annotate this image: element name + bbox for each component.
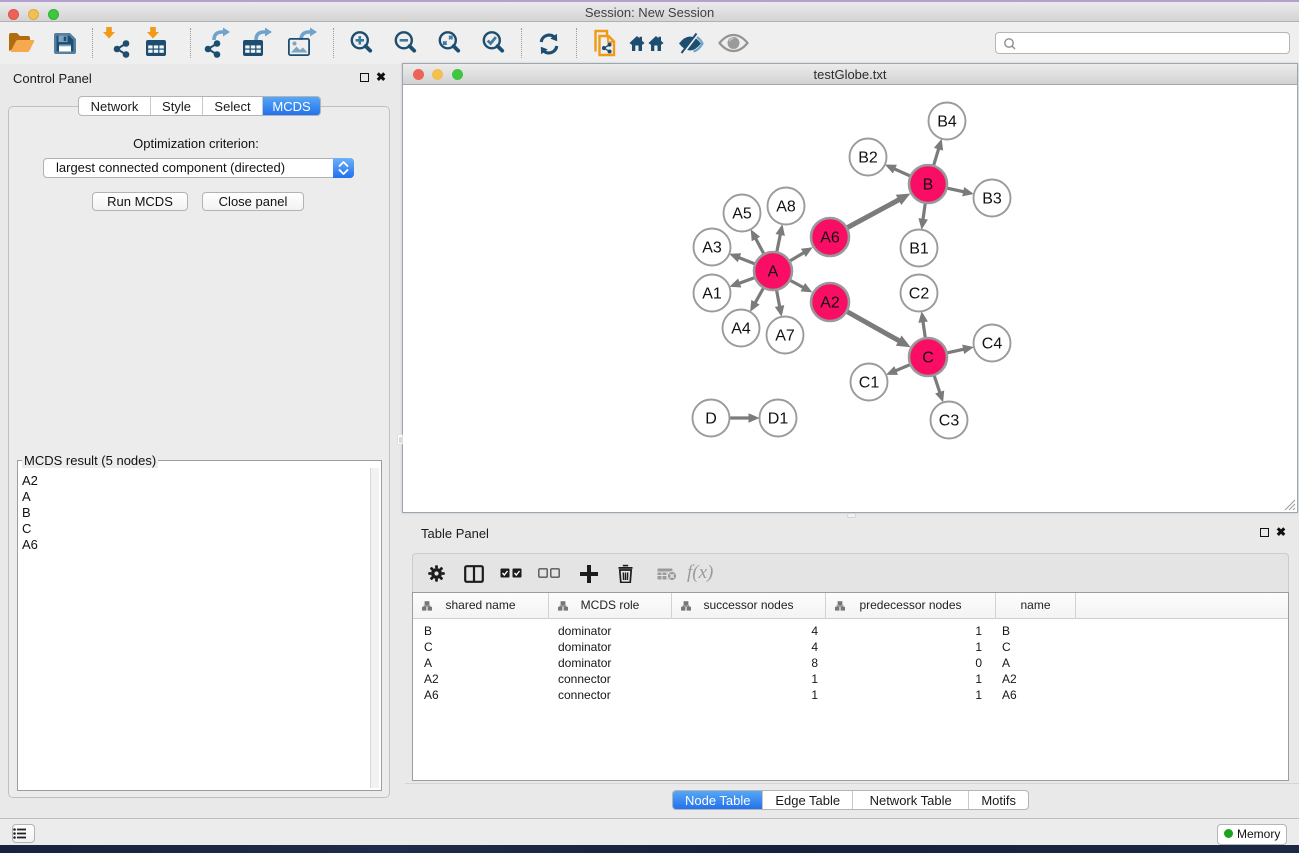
svg-text:A4: A4 xyxy=(731,321,751,338)
svg-text:C2: C2 xyxy=(909,286,930,303)
svg-text:A6: A6 xyxy=(820,230,840,247)
svg-text:C: C xyxy=(922,350,934,367)
svg-text:D: D xyxy=(705,411,717,428)
svg-text:C1: C1 xyxy=(859,375,880,392)
svg-text:B1: B1 xyxy=(909,241,929,258)
svg-text:A1: A1 xyxy=(702,286,722,303)
svg-text:A8: A8 xyxy=(776,199,796,216)
svg-text:A7: A7 xyxy=(775,328,795,345)
svg-text:D1: D1 xyxy=(768,411,789,428)
svg-text:C4: C4 xyxy=(982,336,1003,353)
svg-text:B: B xyxy=(923,177,934,194)
svg-text:B3: B3 xyxy=(982,191,1002,208)
svg-text:A2: A2 xyxy=(820,295,840,312)
svg-text:A3: A3 xyxy=(702,240,722,257)
svg-text:C3: C3 xyxy=(939,413,960,430)
svg-text:B4: B4 xyxy=(937,114,957,131)
svg-text:A5: A5 xyxy=(732,206,752,223)
svg-text:B2: B2 xyxy=(858,150,878,167)
svg-text:A: A xyxy=(768,264,779,281)
